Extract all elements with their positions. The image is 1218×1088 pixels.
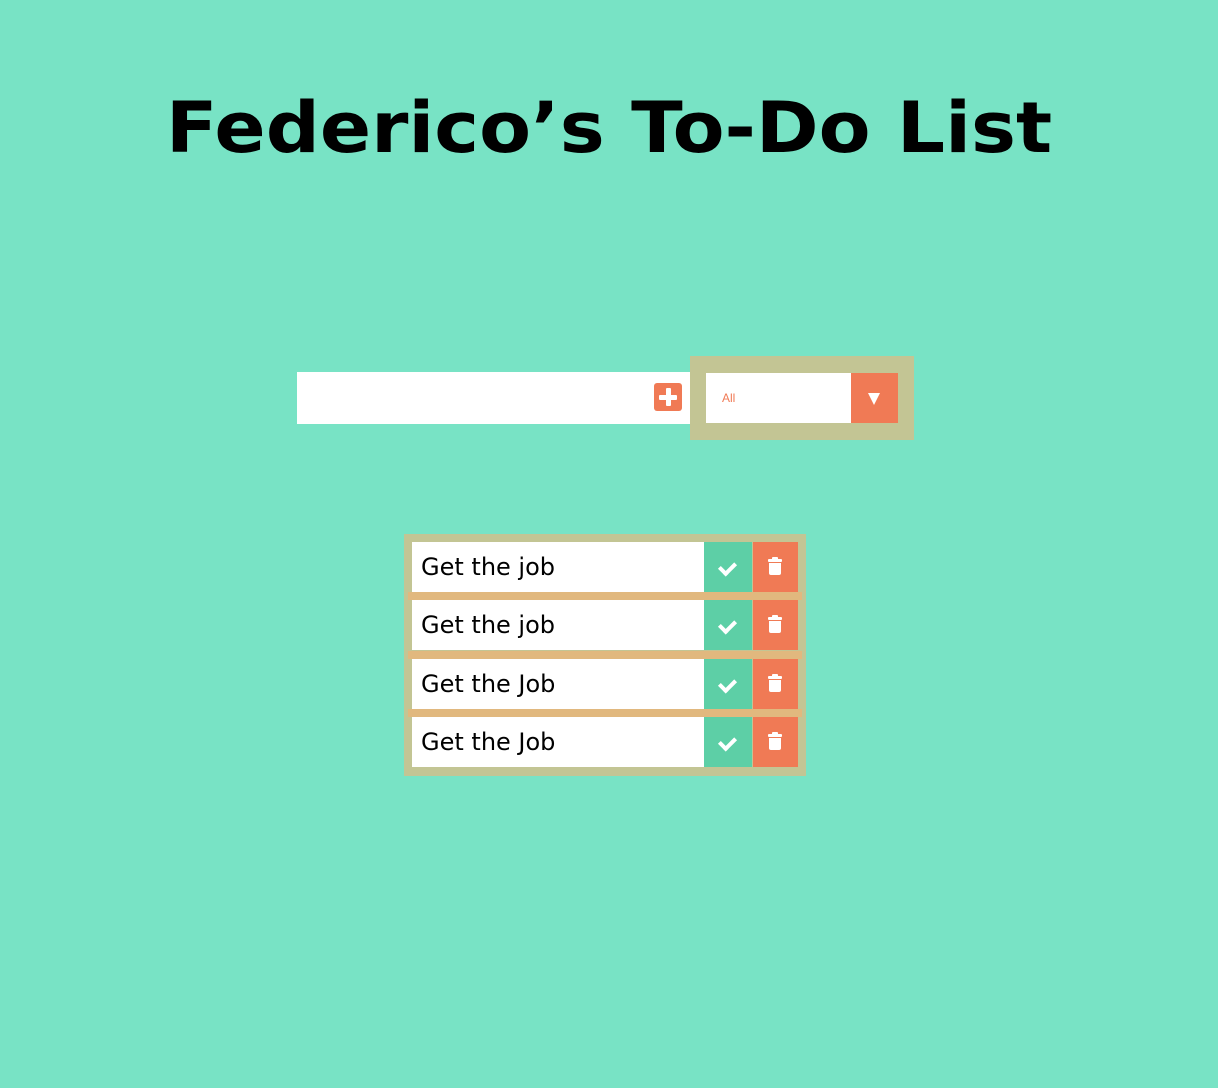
todo-input-container	[297, 372, 691, 424]
list-divider	[408, 709, 802, 717]
trash-icon[interactable]	[753, 659, 798, 709]
check-icon[interactable]	[704, 717, 752, 767]
todo-text: Get the job	[421, 553, 556, 581]
check-icon[interactable]	[704, 659, 752, 709]
todo-item: Get the job	[412, 600, 798, 650]
filter-container: All	[690, 356, 914, 440]
todo-text-box: Get the Job	[412, 717, 704, 767]
todo-text: Get the Job	[421, 670, 556, 698]
todo-text-box: Get the job	[412, 542, 704, 592]
trash-icon[interactable]	[753, 542, 798, 592]
trash-icon[interactable]	[753, 600, 798, 650]
todo-text: Get the Job	[421, 728, 556, 756]
todo-item: Get the Job	[412, 717, 798, 767]
check-icon[interactable]	[704, 600, 752, 650]
plus-icon[interactable]	[654, 383, 682, 411]
todo-item: Get the Job	[412, 659, 798, 709]
check-icon[interactable]	[704, 542, 752, 592]
todo-item: Get the job	[412, 542, 798, 592]
filter-selected-label: All	[722, 391, 736, 405]
todo-input[interactable]	[297, 372, 637, 424]
page-title: Federico’s To-Do List	[165, 87, 1053, 169]
filter-select[interactable]: All	[706, 373, 851, 423]
todo-text-box: Get the job	[412, 600, 704, 650]
trash-icon[interactable]	[753, 717, 798, 767]
todo-list: Get the job Get the job Get the Job Get …	[404, 534, 806, 776]
list-divider	[408, 651, 802, 659]
todo-text-box: Get the Job	[412, 659, 704, 709]
dropdown-arrow-icon[interactable]	[851, 373, 898, 423]
todo-text: Get the job	[421, 611, 556, 639]
list-divider	[408, 592, 802, 600]
